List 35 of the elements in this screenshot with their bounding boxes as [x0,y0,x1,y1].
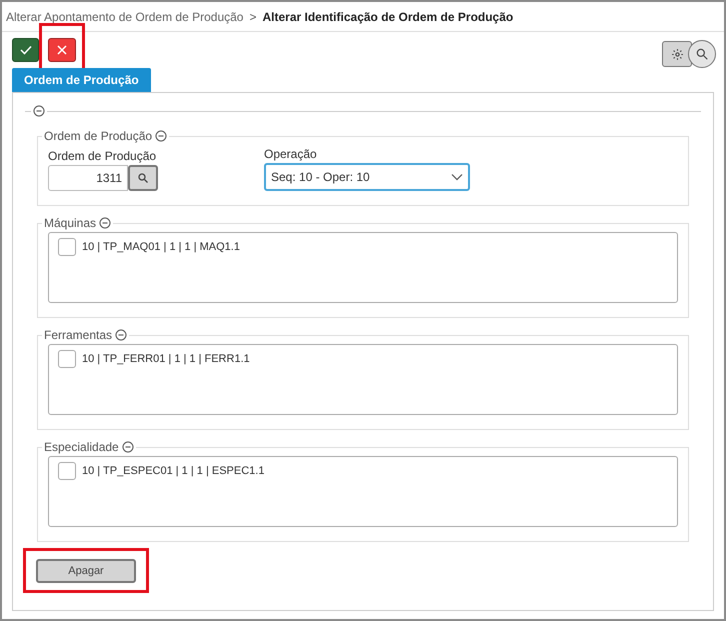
breadcrumb-separator: > [249,8,256,26]
list-item-text: 10 | TP_FERR01 | 1 | 1 | FERR1.1 [82,352,250,367]
lookup-button[interactable] [128,165,158,191]
page-title: Alterar Identificação de Ordem de Produção [262,8,514,26]
checkbox[interactable] [58,350,76,368]
section-title: Máquinas [44,215,96,232]
delete-button[interactable]: Apagar [36,559,136,584]
cancel-button[interactable] [48,38,76,62]
checkbox[interactable] [58,238,76,256]
section-title: Ordem de Produção [44,128,152,145]
collapse-icon[interactable] [122,441,134,453]
tab[interactable]: Ordem de Produção [12,68,151,92]
list-item-text: 10 | TP_MAQ01 | 1 | 1 | MAQ1.1 [82,240,240,255]
settings-button[interactable] [662,41,692,67]
close-icon [57,45,67,55]
list-item-text: 10 | TP_ESPEC01 | 1 | 1 | ESPEC1.1 [82,464,264,479]
search-icon [695,47,709,61]
search-icon [137,172,149,184]
order-number-field[interactable]: 1311 [48,165,128,191]
collapse-icon[interactable] [99,217,112,229]
collapse-icon[interactable] [33,104,45,117]
search-button[interactable] [688,40,716,68]
section-title: Especialidade [44,439,119,456]
collapse-icon[interactable] [155,130,168,142]
chevron-down-icon [451,173,463,181]
settings-icon [670,48,684,60]
operation-dropdown[interactable]: Seq: 10 - Oper: 10 [264,163,470,191]
check-icon [20,45,32,55]
field-label: Operação [264,146,318,163]
checkbox[interactable] [58,462,76,480]
breadcrumb-link[interactable]: Alterar Apontamento de Ordem de Produção [6,8,244,26]
confirm-button[interactable] [12,38,39,62]
section-title: Ferramentas [44,327,112,344]
collapse-icon[interactable] [115,329,128,341]
field-label: Ordem de Produção [48,148,158,165]
